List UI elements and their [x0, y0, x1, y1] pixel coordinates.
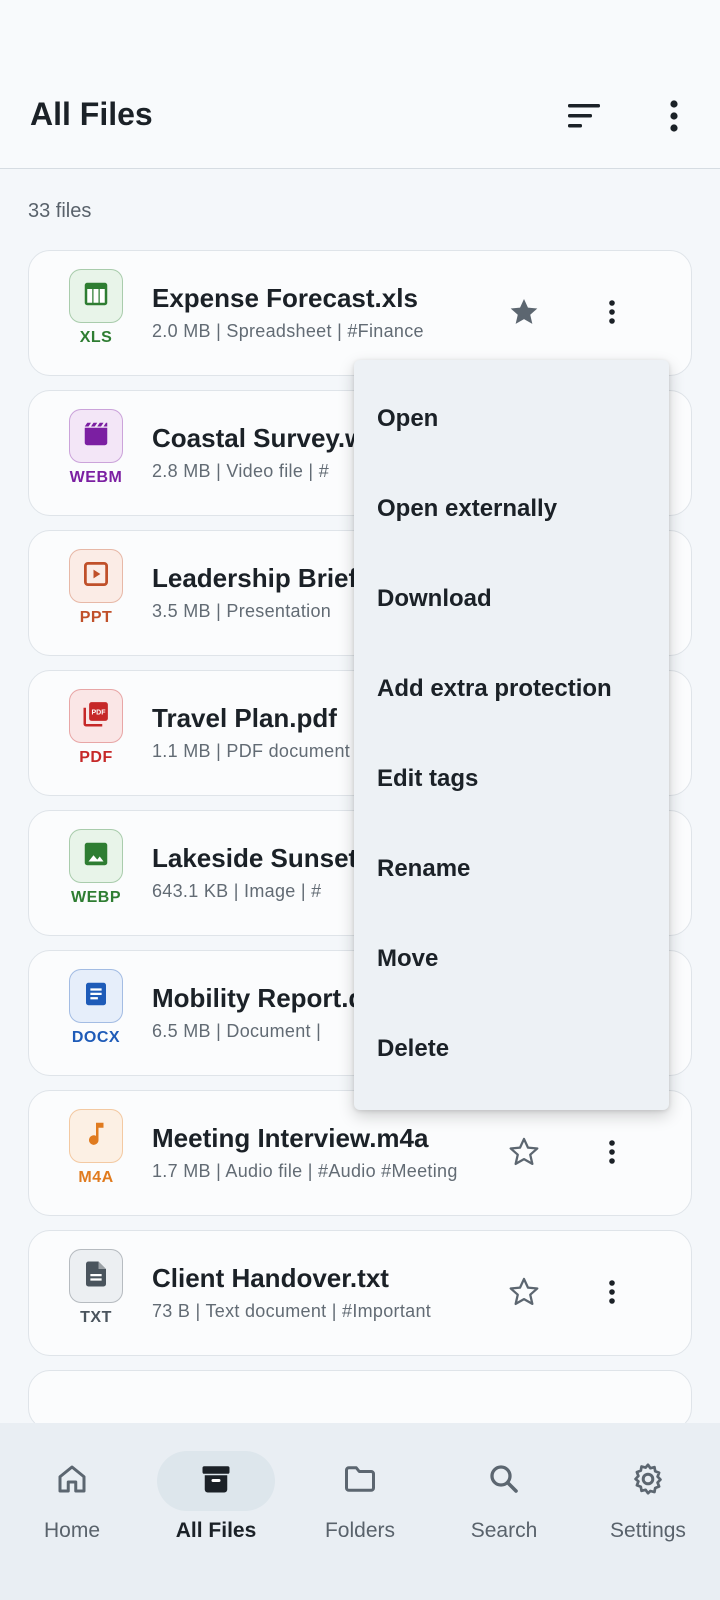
- text-file-icon: [81, 1259, 111, 1294]
- nav-indicator: [301, 1451, 419, 1511]
- file-name: Expense Forecast.xls: [152, 283, 418, 313]
- nav-label: Home: [43, 1519, 101, 1542]
- app-bar: All Files: [0, 0, 720, 169]
- folder-icon: [342, 1461, 378, 1502]
- file-more-button[interactable]: [595, 1275, 629, 1309]
- file-type-label: PPT: [79, 609, 113, 626]
- file-more-button[interactable]: [595, 1135, 629, 1169]
- gear-icon: [630, 1461, 666, 1502]
- star-filled-icon[interactable]: [507, 295, 541, 329]
- star-outline-icon[interactable]: [507, 1275, 541, 1309]
- file-meta: 643.1 KB | Image | #: [152, 881, 322, 901]
- file-meta: 3.5 MB | Presentation: [152, 601, 332, 621]
- presentation-icon: [81, 559, 111, 594]
- menu-item-open[interactable]: Open: [354, 374, 669, 464]
- file-type-label: WEBM: [69, 469, 123, 486]
- more-vert-icon: [609, 1280, 615, 1304]
- sort-icon: [568, 104, 600, 128]
- page-title: All Files: [30, 96, 153, 132]
- svg-text:PDF: PDF: [92, 709, 107, 716]
- file-type-label: WEBP: [71, 889, 121, 906]
- home-icon: [54, 1461, 90, 1502]
- file-type-badge: [69, 269, 123, 323]
- context-menu: Open Open externally Download Add extra pro…: [354, 360, 669, 1110]
- file-meta: 2.0 MB | Spreadsheet | #Finance: [152, 321, 424, 341]
- nav-item-home[interactable]: Home: [0, 1423, 144, 1543]
- more-vert-icon: [609, 300, 615, 324]
- nav-item-settings[interactable]: Settings: [576, 1423, 720, 1543]
- menu-item-move[interactable]: Move: [354, 914, 669, 1004]
- file-type-badge: [69, 409, 123, 463]
- file-name: Meeting Interview.m4a: [152, 1123, 429, 1153]
- more-vert-icon: [670, 100, 678, 132]
- file-type-label: PDF: [79, 749, 113, 766]
- nav-label: All Files: [175, 1519, 257, 1542]
- menu-item-add-extra-protection[interactable]: Add extra protection: [354, 644, 669, 734]
- spreadsheet-icon: [81, 279, 111, 314]
- image-icon: [81, 839, 111, 874]
- file-type-label: DOCX: [71, 1029, 121, 1046]
- nav-label: Search: [470, 1519, 538, 1542]
- more-vert-icon: [609, 1140, 615, 1164]
- file-type-badge: [69, 969, 123, 1023]
- file-meta: 73 B | Text document | #Important: [152, 1301, 432, 1321]
- nav-indicator: [13, 1451, 131, 1511]
- file-type-badge: [69, 829, 123, 883]
- pdf-icon: PDF: [81, 699, 111, 734]
- file-meta: 1.7 MB | Audio file | #Audio #Meeting: [152, 1161, 458, 1181]
- menu-item-edit-tags[interactable]: Edit tags: [354, 734, 669, 824]
- file-type-badge: PDF: [69, 689, 123, 743]
- file-name: Leadership Brief: [152, 563, 358, 593]
- menu-item-rename[interactable]: Rename: [354, 824, 669, 914]
- sort-button[interactable]: [560, 92, 608, 140]
- file-card[interactable]: XLS Expense Forecast.xls 2.0 MB | Spread…: [28, 250, 692, 376]
- file-type-label: XLS: [79, 329, 113, 346]
- menu-item-delete[interactable]: Delete: [354, 1004, 669, 1094]
- file-name: Travel Plan.pdf: [152, 703, 337, 733]
- nav-label: Settings: [610, 1519, 686, 1542]
- nav-item-folders[interactable]: Folders: [288, 1423, 432, 1543]
- file-card[interactable]: [28, 1370, 692, 1430]
- file-meta: 2.8 MB | Video file | #: [152, 461, 330, 481]
- nav-item-all-files[interactable]: All Files: [144, 1423, 288, 1543]
- file-more-button[interactable]: [595, 295, 629, 329]
- video-icon: [81, 419, 111, 454]
- menu-item-download[interactable]: Download: [354, 554, 669, 644]
- file-type-badge: [69, 1109, 123, 1163]
- file-name: Lakeside Sunset: [152, 843, 358, 873]
- file-type-label: M4A: [78, 1169, 114, 1186]
- file-meta: 1.1 MB | PDF document: [152, 741, 351, 761]
- star-outline-icon[interactable]: [507, 1135, 541, 1169]
- file-name: Mobility Report.d: [152, 983, 365, 1013]
- file-count: 33 files: [28, 200, 92, 222]
- nav-indicator: [157, 1451, 275, 1511]
- nav-label: Folders: [324, 1519, 396, 1542]
- menu-item-open-externally[interactable]: Open externally: [354, 464, 669, 554]
- music-note-icon: [81, 1119, 111, 1154]
- nav-indicator: [445, 1451, 563, 1511]
- document-icon: [81, 979, 111, 1014]
- archive-icon: [198, 1461, 234, 1502]
- file-name: Client Handover.txt: [152, 1263, 389, 1293]
- bottom-navigation: Home All Files Folders Search Settings: [0, 1423, 720, 1600]
- file-type-label: TXT: [80, 1309, 112, 1326]
- file-card[interactable]: TXT Client Handover.txt 73 B | Text docu…: [28, 1230, 692, 1356]
- file-type-badge: [69, 549, 123, 603]
- nav-indicator: [589, 1451, 707, 1511]
- more-options-button[interactable]: [650, 92, 698, 140]
- search-icon: [486, 1461, 522, 1502]
- file-type-badge: [69, 1249, 123, 1303]
- file-meta: 6.5 MB | Document |: [152, 1021, 322, 1041]
- nav-item-search[interactable]: Search: [432, 1423, 576, 1543]
